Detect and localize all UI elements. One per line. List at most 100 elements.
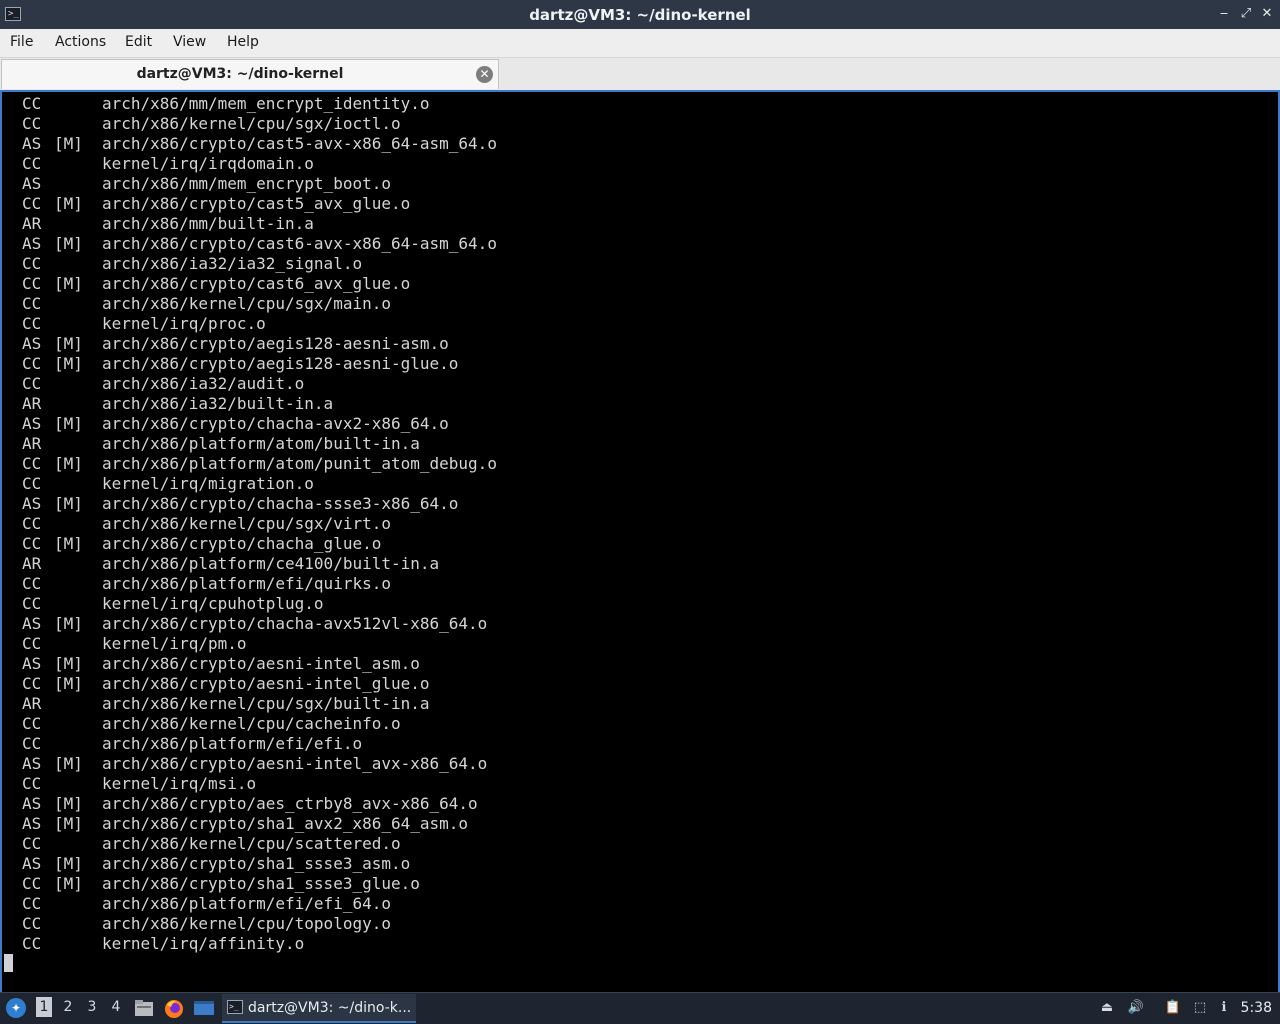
build-target: arch/x86/kernel/cpu/scattered.o [102, 834, 401, 853]
module-flag: [M] [54, 874, 83, 893]
build-target: arch/x86/kernel/cpu/sgx/ioctl.o [102, 114, 401, 133]
tab-close-icon[interactable]: ✕ [476, 66, 493, 83]
build-target: arch/x86/ia32/audit.o [102, 374, 305, 393]
build-target: kernel/irq/cpuhotplug.o [102, 594, 324, 613]
terminal-line: CC [M] arch/x86/crypto/aesni-intel_glue.o [22, 674, 497, 694]
build-target: arch/x86/kernel/cpu/sgx/virt.o [102, 514, 391, 533]
terminal-line: AR arch/x86/kernel/cpu/sgx/built-in.a [22, 694, 497, 714]
build-target: arch/x86/crypto/aesni-intel_glue.o [102, 674, 430, 693]
minimize-icon[interactable]: ‒ [1216, 6, 1232, 22]
module-flag: [M] [54, 794, 83, 813]
menu-bar: File Actions Edit View Help [0, 29, 1280, 58]
build-target: arch/x86/kernel/cpu/topology.o [102, 914, 391, 933]
terminal-line: CC [M] arch/x86/crypto/aegis128-aesni-glue… [22, 354, 497, 374]
terminal-line: CC arch/x86/platform/efi/quirks.o [22, 574, 497, 594]
start-menu-icon[interactable]: ✦ [6, 998, 26, 1018]
terminal-line: CC [M] arch/x86/crypto/cast5_avx_glue.o [22, 194, 497, 214]
title-bar[interactable]: >_ dartz@VM3: ~/dino-kernel ‒ ⤢ ✕ [0, 0, 1280, 29]
build-target: kernel/irq/pm.o [102, 634, 247, 653]
terminal-line: AR arch/x86/platform/atom/built-in.a [22, 434, 497, 454]
terminal-line: CC arch/x86/platform/efi/efi.o [22, 734, 497, 754]
build-action: CC [22, 634, 42, 653]
build-target: arch/x86/ia32/ia32_signal.o [102, 254, 363, 273]
firefox-icon[interactable] [164, 999, 184, 1018]
build-action: CC [22, 254, 42, 273]
clipboard-icon[interactable]: 📋 [1164, 999, 1182, 1017]
build-target: kernel/irq/proc.o [102, 314, 266, 333]
build-action: AS [22, 174, 42, 193]
terminal-line: CC arch/x86/kernel/cpu/topology.o [22, 914, 497, 934]
build-target: kernel/irq/irqdomain.o [102, 154, 314, 173]
build-action: AS [22, 814, 42, 833]
build-target: arch/x86/crypto/sha1_ssse3_asm.o [102, 854, 411, 873]
volume-icon[interactable]: 🔊 [1127, 999, 1145, 1017]
module-flag: [M] [54, 494, 83, 513]
build-action: CC [22, 474, 42, 493]
build-action: CC [22, 774, 42, 793]
terminal-line: CC kernel/irq/irqdomain.o [22, 154, 497, 174]
terminal-line: CC arch/x86/kernel/cpu/sgx/ioctl.o [22, 114, 497, 134]
network-icon[interactable]: ⬚ [1191, 999, 1209, 1017]
module-flag: [M] [54, 354, 83, 373]
build-target: arch/x86/crypto/cast6_avx_glue.o [102, 274, 411, 293]
terminal-line: AS [M] arch/x86/crypto/aesni-intel_avx-x86… [22, 754, 497, 774]
menu-edit[interactable]: Edit [125, 33, 152, 51]
clock[interactable]: 5:38 [1241, 1000, 1272, 1016]
tray-removable-icon[interactable]: ⏏ [1098, 999, 1116, 1017]
terminal-line: CC kernel/irq/msi.o [22, 774, 497, 794]
build-target: arch/x86/platform/atom/built-in.a [102, 434, 420, 453]
workspace-4[interactable]: 4 [108, 999, 124, 1015]
build-action: AS [22, 854, 42, 873]
terminal-line: CC kernel/irq/affinity.o [22, 934, 497, 954]
build-action: AS [22, 654, 42, 673]
menu-view[interactable]: View [173, 33, 206, 51]
terminal-line: CC [M] arch/x86/crypto/chacha_glue.o [22, 534, 497, 554]
terminal-line: CC [M] arch/x86/platform/atom/punit_atom_d… [22, 454, 497, 474]
build-action: CC [22, 154, 42, 173]
build-target: arch/x86/kernel/cpu/sgx/main.o [102, 294, 391, 313]
build-target: arch/x86/crypto/aesni-intel_avx-x86_64.o [102, 754, 488, 773]
build-action: CC [22, 574, 42, 593]
taskbar: ✦ 1 2 3 4 >_ dartz@VM3: ~/dino-k... ⏏ 🔊 … [0, 992, 1280, 1024]
build-target: arch/x86/kernel/cpu/sgx/built-in.a [102, 694, 430, 713]
notification-icon[interactable]: ℹ [1215, 999, 1233, 1017]
build-action: CC [22, 594, 42, 613]
build-target: arch/x86/kernel/cpu/cacheinfo.o [102, 714, 401, 733]
workspace-1[interactable]: 1 [36, 997, 52, 1017]
tab-terminal[interactable]: dartz@VM3: ~/dino-kernel ✕ [1, 59, 499, 89]
build-target: arch/x86/crypto/sha1_avx2_x86_64_asm.o [102, 814, 469, 833]
desktop-icon[interactable] [193, 999, 214, 1017]
maximize-icon[interactable]: ⤢ [1238, 6, 1254, 22]
module-flag: [M] [54, 134, 83, 153]
terminal-line: CC arch/x86/kernel/cpu/scattered.o [22, 834, 497, 854]
menu-help[interactable]: Help [227, 33, 259, 51]
build-action: AR [22, 694, 42, 713]
build-target: arch/x86/platform/ce4100/built-in.a [102, 554, 440, 573]
build-target: arch/x86/crypto/cast5_avx_glue.o [102, 194, 411, 213]
terminal-output[interactable]: CC arch/x86/mm/mem_encrypt_identity.o CC ar… [0, 90, 1280, 992]
build-action: AS [22, 754, 42, 773]
module-flag: [M] [54, 414, 83, 433]
build-action: AS [22, 494, 42, 513]
build-target: arch/x86/crypto/aes_ctrby8_avx-x86_64.o [102, 794, 478, 813]
terminal-cursor [4, 954, 13, 972]
taskbar-terminal-button[interactable]: >_ dartz@VM3: ~/dino-k... [222, 994, 416, 1023]
build-target: arch/x86/crypto/chacha_glue.o [102, 534, 382, 553]
close-icon[interactable]: ✕ [1259, 6, 1275, 22]
workspace-2[interactable]: 2 [60, 999, 76, 1015]
workspace-3[interactable]: 3 [84, 999, 100, 1015]
build-target: arch/x86/crypto/chacha-avx2-x86_64.o [102, 414, 449, 433]
terminal-window: >_ dartz@VM3: ~/dino-kernel ‒ ⤢ ✕ File A… [0, 0, 1280, 992]
terminal-line: CC arch/x86/kernel/cpu/sgx/virt.o [22, 514, 497, 534]
menu-actions[interactable]: Actions [55, 33, 106, 51]
module-flag: [M] [54, 654, 83, 673]
module-flag: [M] [54, 814, 83, 833]
terminal-line: CC arch/x86/platform/efi/efi_64.o [22, 894, 497, 914]
file-manager-icon[interactable] [134, 999, 154, 1017]
build-action: AS [22, 134, 42, 153]
menu-file[interactable]: File [10, 33, 33, 51]
build-action: AR [22, 554, 42, 573]
build-target: arch/x86/mm/mem_encrypt_boot.o [102, 174, 391, 193]
terminal-line: AS [M] arch/x86/crypto/sha1_ssse3_asm.o [22, 854, 497, 874]
terminal-line: CC kernel/irq/pm.o [22, 634, 497, 654]
